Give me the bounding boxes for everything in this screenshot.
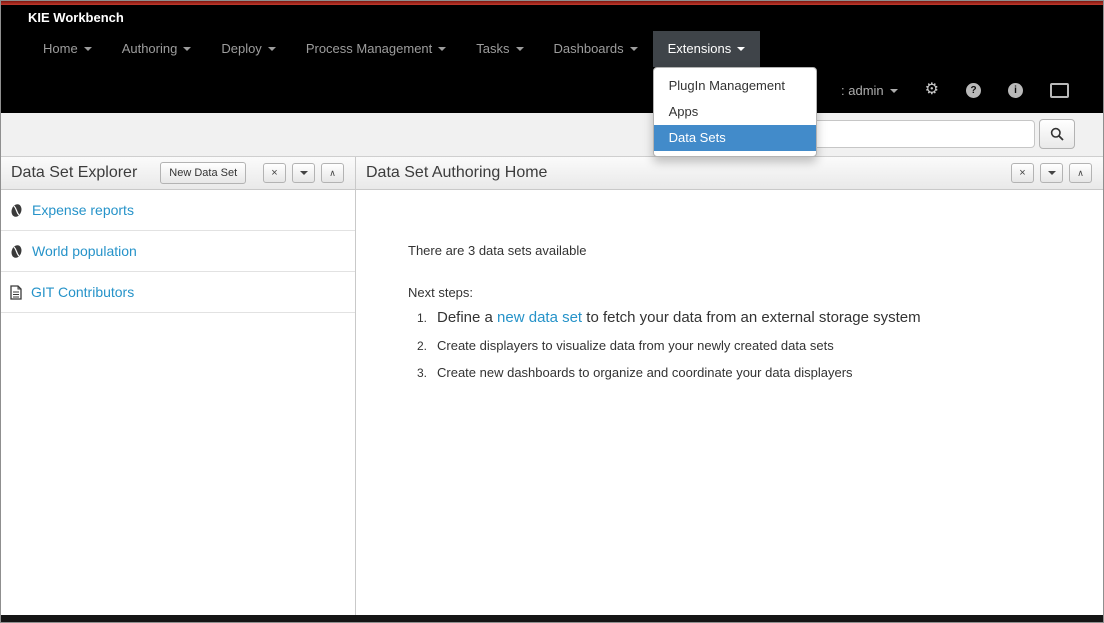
nav-item-deploy[interactable]: Deploy — [206, 31, 290, 67]
caret-down-icon — [1048, 171, 1056, 175]
menu-item-apps[interactable]: Apps — [654, 99, 816, 125]
main-content: Data Set Explorer New Data Set × ∧ Expen… — [1, 157, 1103, 615]
close-icon: × — [271, 164, 277, 182]
caret-down-icon — [300, 171, 308, 175]
step-number: 1. — [417, 311, 437, 325]
step-text: Create displayers to visualize data from… — [437, 338, 834, 353]
nav-item-home[interactable]: Home — [28, 31, 107, 67]
home-panel-title: Data Set Authoring Home — [366, 164, 547, 182]
caret-down-icon — [438, 47, 446, 51]
screen-icon[interactable] — [1050, 83, 1069, 98]
caret-down-icon — [890, 89, 898, 93]
dataset-label: GIT Contributors — [31, 284, 134, 300]
explorer-panel-title: Data Set Explorer — [11, 164, 137, 182]
step-text: Define a new data set to fetch your data… — [437, 309, 921, 326]
app-title: KIE Workbench — [28, 10, 124, 25]
caret-down-icon — [516, 47, 524, 51]
settings-gear-icon[interactable]: ⚙ — [925, 82, 939, 98]
bean-icon — [10, 244, 23, 259]
nav-item-process-management[interactable]: Process Management — [291, 31, 461, 67]
home-panel-header: Data Set Authoring Home × ∧ — [356, 157, 1103, 190]
nav-item-authoring[interactable]: Authoring — [107, 31, 207, 67]
dataset-item-world-population[interactable]: World population — [1, 231, 355, 272]
nav-label: Extensions — [668, 41, 732, 56]
home-collapse-button[interactable]: ∧ — [1069, 163, 1092, 183]
step-item-3: 3. Create new dashboards to organize and… — [408, 365, 1063, 380]
caret-down-icon — [183, 47, 191, 51]
step-number: 3. — [417, 366, 437, 380]
search-icon — [1050, 127, 1064, 141]
nav-label: Process Management — [306, 41, 432, 56]
caret-down-icon — [737, 47, 745, 51]
next-steps-label: Next steps: — [408, 285, 1063, 300]
data-set-authoring-home-panel: Data Set Authoring Home × ∧ There are 3 … — [356, 157, 1103, 615]
data-set-explorer-panel: Data Set Explorer New Data Set × ∧ Expen… — [1, 157, 356, 615]
user-menu-toggle[interactable]: : admin — [841, 83, 898, 98]
nav-label: Deploy — [221, 41, 261, 56]
explorer-menu-button[interactable] — [292, 163, 315, 183]
new-data-set-link[interactable]: new data set — [497, 309, 582, 326]
step-item-2: 2. Create displayers to visualize data f… — [408, 338, 1063, 353]
step-text: Create new dashboards to organize and co… — [437, 365, 853, 380]
nav-item-tasks[interactable]: Tasks — [461, 31, 538, 67]
new-data-set-button[interactable]: New Data Set — [160, 162, 246, 184]
dataset-label: Expense reports — [32, 202, 134, 218]
bean-icon — [10, 203, 23, 218]
menu-item-label: Apps — [669, 104, 699, 119]
dataset-item-expense-reports[interactable]: Expense reports — [1, 190, 355, 231]
nav-item-dashboards[interactable]: Dashboards — [539, 31, 653, 67]
caret-down-icon — [268, 47, 276, 51]
dataset-list: Expense reports World population GIT Con… — [1, 190, 355, 313]
info-icon[interactable]: i — [1008, 83, 1023, 98]
window-bottom-edge — [1, 615, 1103, 622]
close-icon: × — [1019, 164, 1025, 182]
secondary-toolbar — [1, 113, 1103, 157]
home-panel-body: There are 3 data sets available Next ste… — [356, 190, 1103, 392]
explorer-close-button[interactable]: × — [263, 163, 286, 183]
file-icon — [10, 285, 22, 300]
datasets-available-text: There are 3 data sets available — [408, 243, 1063, 258]
explorer-panel-header: Data Set Explorer New Data Set × ∧ — [1, 157, 355, 190]
main-nav: Home Authoring Deploy Process Management… — [1, 31, 1103, 67]
explorer-collapse-button[interactable]: ∧ — [321, 163, 344, 183]
step-text-pre: Define a — [437, 309, 497, 326]
nav-item-extensions[interactable]: Extensions PlugIn Management Apps Data S… — [653, 31, 761, 67]
chevron-up-icon: ∧ — [1077, 169, 1084, 178]
step-item-1: 1. Define a new data set to fetch your d… — [408, 309, 1063, 326]
menu-item-plugin-management[interactable]: PlugIn Management — [654, 73, 816, 99]
nav-label: Tasks — [476, 41, 509, 56]
step-text-post: to fetch your data from an external stor… — [582, 309, 921, 326]
nav-label: Authoring — [122, 41, 178, 56]
home-menu-button[interactable] — [1040, 163, 1063, 183]
nav-label: Dashboards — [554, 41, 624, 56]
app-header: KIE Workbench — [1, 5, 1103, 31]
dataset-item-git-contributors[interactable]: GIT Contributors — [1, 272, 355, 313]
home-close-button[interactable]: × — [1011, 163, 1034, 183]
kie-workbench-window: KIE Workbench Home Authoring Deploy Proc… — [0, 0, 1104, 623]
help-icon[interactable]: ? — [966, 83, 981, 98]
chevron-up-icon: ∧ — [329, 169, 336, 178]
nav-label: Home — [43, 41, 78, 56]
search-button[interactable] — [1039, 119, 1075, 149]
dataset-label: World population — [32, 243, 137, 259]
caret-down-icon — [630, 47, 638, 51]
user-label: : admin — [841, 83, 884, 98]
menu-item-data-sets[interactable]: Data Sets — [654, 125, 816, 151]
menu-item-label: PlugIn Management — [669, 78, 785, 93]
step-number: 2. — [417, 339, 437, 353]
extensions-dropdown-menu: PlugIn Management Apps Data Sets — [653, 67, 817, 157]
menu-item-label: Data Sets — [669, 130, 726, 145]
caret-down-icon — [84, 47, 92, 51]
user-bar: : admin ⚙ ? i — [1, 67, 1103, 113]
